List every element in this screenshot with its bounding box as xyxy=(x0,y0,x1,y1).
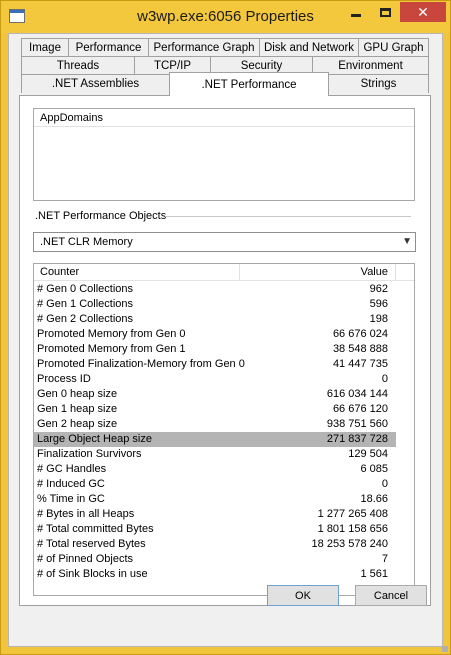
cancel-button[interactable]: Cancel xyxy=(355,585,427,606)
counter-value: 271 837 728 xyxy=(326,433,388,445)
table-row[interactable]: Gen 1 heap size 66 676 120 xyxy=(34,402,396,417)
counter-name: # GC Handles xyxy=(37,463,107,475)
table-row[interactable]: Gen 2 heap size 938 751 560 xyxy=(34,417,396,432)
counter-name: # Total reserved Bytes xyxy=(37,538,146,550)
counter-value: 18.66 xyxy=(360,493,388,505)
counter-value: 962 xyxy=(369,283,388,295)
chevron-down-icon: ▼ xyxy=(402,236,412,247)
close-button[interactable]: ✕ xyxy=(400,2,446,22)
tab-gpu-graph[interactable]: GPU Graph xyxy=(358,38,429,57)
counter-name: # of Pinned Objects xyxy=(37,553,134,565)
counter-name: Promoted Memory from Gen 1 xyxy=(37,343,186,355)
table-row[interactable]: Process ID 0 xyxy=(34,372,396,387)
close-icon: ✕ xyxy=(417,3,429,20)
counters-header: Counter Value xyxy=(34,264,414,281)
counter-value: 198 xyxy=(369,313,388,325)
table-row[interactable]: # GC Handles 6 085 xyxy=(34,462,396,477)
counter-name: # of Sink Blocks in use xyxy=(37,568,148,580)
counter-name: Gen 1 heap size xyxy=(37,403,118,415)
table-row[interactable]: Gen 0 heap size 616 034 144 xyxy=(34,387,396,402)
table-row[interactable]: # Bytes in all Heaps 1 277 265 408 xyxy=(34,507,396,522)
counters-list[interactable]: Counter Value # Gen 0 Collections 962 # Ge… xyxy=(33,263,415,596)
tab-environment[interactable]: Environment xyxy=(312,56,429,75)
counter-value: 38 548 888 xyxy=(332,343,388,355)
minimize-button[interactable] xyxy=(342,2,370,22)
counter-name: # Induced GC xyxy=(37,478,105,490)
column-header-value[interactable]: Value xyxy=(361,266,388,278)
table-row[interactable]: Promoted Memory from Gen 0 66 676 024 xyxy=(34,327,396,342)
table-row[interactable]: # Induced GC 0 xyxy=(34,477,396,492)
counter-name: # Gen 1 Collections xyxy=(37,298,133,310)
table-row[interactable]: # Total committed Bytes 1 801 158 656 xyxy=(34,522,396,537)
counter-name: Gen 0 heap size xyxy=(37,388,118,400)
perf-object-dropdown[interactable]: .NET CLR Memory ▼ xyxy=(33,232,416,252)
table-row[interactable]: # of Pinned Objects 7 xyxy=(34,552,396,567)
table-row[interactable]: # Gen 0 Collections 962 xyxy=(34,282,396,297)
counter-value: 596 xyxy=(369,298,388,310)
counter-name: Process ID xyxy=(37,373,91,385)
counter-name: % Time in GC xyxy=(37,493,105,505)
counter-name: # Bytes in all Heaps xyxy=(37,508,135,520)
maximize-button[interactable] xyxy=(371,2,399,22)
counter-value: 7 xyxy=(381,553,388,565)
minimize-icon xyxy=(351,13,361,17)
counter-value: 66 676 120 xyxy=(332,403,388,415)
tab-performance-graph[interactable]: Performance Graph xyxy=(148,38,260,57)
counter-name: Promoted Finalization-Memory from Gen 0 xyxy=(37,358,245,370)
counter-value: 66 676 024 xyxy=(332,328,388,340)
counter-value: 129 504 xyxy=(348,448,388,460)
counter-name: Promoted Memory from Gen 0 xyxy=(37,328,186,340)
resize-grip-icon[interactable] xyxy=(442,646,448,652)
column-separator[interactable] xyxy=(395,264,396,280)
perf-object-selected: .NET CLR Memory xyxy=(40,236,133,248)
table-row[interactable]: # of Sink Blocks in use 1 561 xyxy=(34,567,396,582)
tab-net-performance[interactable]: .NET Performance xyxy=(169,72,329,96)
counter-name: # Total committed Bytes xyxy=(37,523,154,535)
tab-performance[interactable]: Performance xyxy=(68,38,149,57)
counter-name: Finalization Survivors xyxy=(37,448,142,460)
tab-image[interactable]: Image xyxy=(21,38,69,57)
perf-objects-label: .NET Performance Objects xyxy=(35,210,173,222)
counter-value: 616 034 144 xyxy=(326,388,388,400)
table-row[interactable]: # Total reserved Bytes 18 253 578 240 xyxy=(34,537,396,552)
tab-strings[interactable]: Strings xyxy=(328,74,429,93)
tab-net-assemblies[interactable]: .NET Assemblies xyxy=(21,74,170,93)
properties-window: w3wp.exe:6056 Properties ✕ Image Perform… xyxy=(0,0,451,655)
counter-value: 938 751 560 xyxy=(326,418,388,430)
title-bar[interactable]: w3wp.exe:6056 Properties ✕ xyxy=(1,1,450,33)
counter-name: # Gen 0 Collections xyxy=(37,283,133,295)
maximize-icon xyxy=(379,7,391,17)
table-row[interactable]: Finalization Survivors 129 504 xyxy=(34,447,396,462)
counter-value: 41 447 735 xyxy=(332,358,388,370)
counter-value: 1 561 xyxy=(360,568,388,580)
appdomains-list[interactable]: AppDomains xyxy=(33,108,415,201)
table-row[interactable]: Large Object Heap size 271 837 728 xyxy=(34,432,396,447)
ok-button[interactable]: OK xyxy=(267,585,339,606)
column-header-counter[interactable]: Counter xyxy=(40,266,79,278)
table-row[interactable]: Promoted Memory from Gen 1 38 548 888 xyxy=(34,342,396,357)
table-row[interactable]: # Gen 1 Collections 596 xyxy=(34,297,396,312)
counter-rows: # Gen 0 Collections 962 # Gen 1 Collection… xyxy=(34,282,396,582)
counter-name: Gen 2 heap size xyxy=(37,418,118,430)
counter-value: 6 085 xyxy=(360,463,388,475)
counter-value: 1 801 158 656 xyxy=(317,523,388,535)
tab-threads[interactable]: Threads xyxy=(21,56,135,75)
appdomains-column-header[interactable]: AppDomains xyxy=(34,109,414,127)
counter-value: 0 xyxy=(381,478,388,490)
table-row[interactable]: # Gen 2 Collections 198 xyxy=(34,312,396,327)
table-row[interactable]: Promoted Finalization-Memory from Gen 0 4… xyxy=(34,357,396,372)
counter-value: 1 277 265 408 xyxy=(317,508,388,520)
table-row[interactable]: % Time in GC 18.66 xyxy=(34,492,396,507)
column-separator[interactable] xyxy=(239,264,240,280)
net-performance-panel: AppDomains .NET Performance Objects .NET… xyxy=(19,95,431,606)
counter-name: Large Object Heap size xyxy=(37,433,152,445)
counter-name: # Gen 2 Collections xyxy=(37,313,133,325)
tab-disk-and-network[interactable]: Disk and Network xyxy=(259,38,359,57)
group-divider xyxy=(165,216,411,217)
counter-value: 18 253 578 240 xyxy=(311,538,388,550)
counter-value: 0 xyxy=(381,373,388,385)
